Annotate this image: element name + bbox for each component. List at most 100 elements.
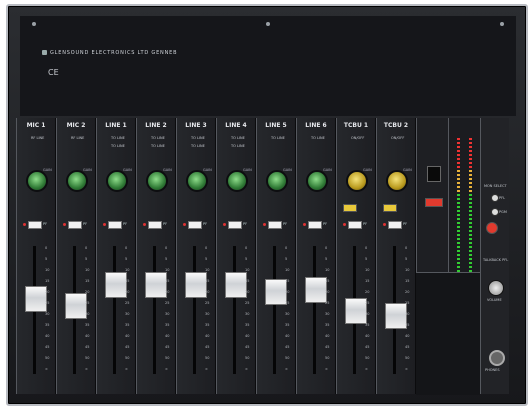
scale-tick: 35 (245, 323, 250, 327)
brand-logo-icon (42, 50, 47, 55)
scale-tick: 30 (85, 312, 90, 316)
meter-segment (457, 230, 460, 232)
scale-tick: 45 (205, 345, 210, 349)
scale-tick: 50 (45, 356, 50, 360)
scale-tick: 15 (365, 279, 370, 283)
pfl-button[interactable] (268, 221, 282, 229)
meter-segment (457, 190, 460, 192)
gain-knob[interactable] (226, 170, 248, 192)
channel-label: LINE 4 (225, 122, 247, 129)
input-select-label: TO LINE (271, 136, 285, 140)
fader-knob[interactable] (385, 303, 407, 330)
fader-knob[interactable] (185, 272, 207, 298)
gain-knob[interactable] (346, 170, 368, 192)
pfl-button[interactable] (228, 221, 242, 229)
scale-tick: 50 (325, 356, 330, 360)
gain-knob[interactable] (186, 170, 208, 192)
scale-tick: 10 (85, 268, 90, 272)
meter-segment (469, 242, 472, 244)
meter-segment (469, 158, 472, 160)
scale-tick: 0 (85, 246, 88, 250)
scale-tick: 20 (165, 290, 170, 294)
scale-tick: 5 (45, 257, 48, 261)
gain-knob[interactable] (146, 170, 168, 192)
gain-knob[interactable] (106, 170, 128, 192)
fader-knob[interactable] (105, 272, 127, 298)
opt-a-label: PFL (499, 196, 506, 200)
scale-tick: 10 (245, 268, 250, 272)
pfl-button[interactable] (68, 221, 82, 229)
pfl-button[interactable] (388, 221, 402, 229)
pgm-select-switch[interactable] (491, 208, 499, 216)
scale-tick: 45 (365, 345, 370, 349)
pfl-select-switch[interactable] (491, 194, 499, 202)
scale-tick: 40 (405, 334, 410, 338)
scale-tick: 35 (85, 323, 90, 327)
pfl-button[interactable] (188, 221, 202, 229)
scale-tick: 0 (205, 246, 208, 250)
master-button[interactable] (425, 198, 443, 207)
scale-tick: ∞ (285, 367, 288, 371)
gain-knob[interactable] (386, 170, 408, 192)
scale-tick: 35 (205, 323, 210, 327)
gain-knob[interactable] (266, 170, 288, 192)
scale-tick: 20 (285, 290, 290, 294)
pfl-label: PF (43, 222, 48, 226)
pfl-button[interactable] (348, 221, 362, 229)
gain-knob[interactable] (66, 170, 88, 192)
scale-tick: 5 (365, 257, 368, 261)
scale-tick: 30 (285, 312, 290, 316)
pfl-button[interactable] (148, 221, 162, 229)
pfl-led-icon (263, 223, 266, 226)
meter-segment (457, 234, 460, 236)
meter-segment (457, 178, 460, 180)
meter-segment (469, 262, 472, 264)
scale-tick: 10 (405, 268, 410, 272)
volume-knob[interactable] (488, 280, 504, 296)
headphone-jack-icon[interactable] (489, 350, 505, 366)
scale-tick: 25 (245, 301, 250, 305)
fader-knob[interactable] (225, 272, 247, 298)
fader-knob[interactable] (305, 277, 327, 304)
scale-tick: 35 (325, 323, 330, 327)
scale-tick: 25 (45, 301, 50, 305)
meter-segment (457, 242, 460, 244)
meter-segment (457, 142, 460, 144)
scale-tick: 25 (405, 301, 410, 305)
fader-knob[interactable] (25, 285, 47, 312)
pfl-button[interactable] (108, 221, 122, 229)
scale-tick: 15 (285, 279, 290, 283)
talkback-button[interactable] (343, 204, 357, 212)
channel-strip: LINE 1 TO LINE TO LINE GAIN PF 0 5 10 15 20 25 30 35… (96, 118, 136, 394)
pfl-button[interactable] (28, 221, 42, 229)
scale-tick: 25 (365, 301, 370, 305)
scale-tick: 35 (45, 323, 50, 327)
fader-track (153, 246, 156, 374)
gain-knob[interactable] (306, 170, 328, 192)
fader-knob[interactable] (265, 279, 287, 306)
fader-knob[interactable] (345, 298, 367, 324)
fader-knob[interactable] (145, 272, 167, 298)
scale-tick: 20 (205, 290, 210, 294)
gain-label: GAIN (323, 168, 332, 172)
blank-panel (416, 272, 480, 395)
meter-segment (469, 182, 472, 184)
meter-segment (469, 266, 472, 268)
scale-tick: 10 (165, 268, 170, 272)
screw-icon (32, 22, 36, 26)
scale-tick: 50 (205, 356, 210, 360)
pfl-button[interactable] (308, 221, 322, 229)
fader-knob[interactable] (65, 292, 87, 319)
scale-tick: 15 (205, 279, 210, 283)
gain-knob[interactable] (26, 170, 48, 192)
scale-tick: 40 (85, 334, 90, 338)
brand-name: GLENSOUND ELECTRONICS LTD GENNEB (50, 50, 178, 56)
scale-tick: 30 (365, 312, 370, 316)
scale-tick: 5 (85, 257, 88, 261)
gain-label: GAIN (43, 168, 52, 172)
talkback-button[interactable] (383, 204, 397, 212)
input-select-label: TO LINE (231, 136, 245, 140)
scale-tick: 40 (205, 334, 210, 338)
scale-tick: 50 (125, 356, 130, 360)
display-icon (427, 166, 441, 182)
